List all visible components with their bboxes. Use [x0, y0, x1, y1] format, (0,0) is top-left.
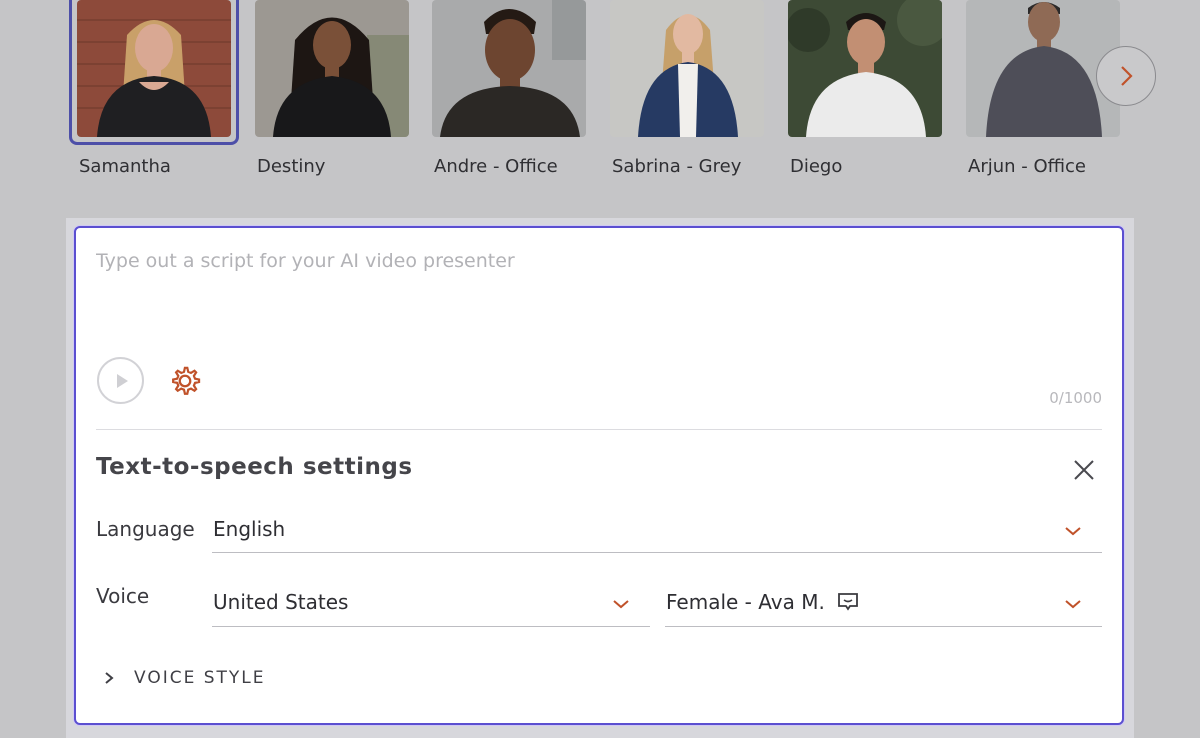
presenter-thumbnail[interactable]	[610, 0, 764, 137]
presenter-thumbnail[interactable]	[77, 0, 231, 137]
presenter-name: Arjun - Office	[968, 156, 1087, 177]
script-input[interactable]	[96, 250, 1096, 350]
close-tts-settings-button[interactable]	[1070, 456, 1098, 484]
language-label: Language	[96, 517, 195, 541]
play-button[interactable]	[97, 357, 144, 404]
voice-name-select[interactable]: Female - Ava M.	[665, 590, 1102, 627]
chevron-down-icon	[1065, 527, 1081, 536]
character-count: 0/1000	[1049, 389, 1102, 407]
presenter-name: Destiny	[257, 156, 326, 177]
presenter-name: Diego	[790, 156, 843, 177]
voice-style-toggle[interactable]: VOICE STYLE	[104, 668, 266, 688]
presenter-name: Sabrina - Grey	[612, 156, 742, 177]
voice-region-select[interactable]: United States	[212, 590, 650, 627]
presenter-name: Andre - Office	[434, 156, 558, 177]
presenter-thumbnail[interactable]	[432, 0, 586, 137]
speech-bubble-icon[interactable]	[837, 592, 859, 612]
voice-style-label: VOICE STYLE	[134, 668, 266, 688]
voice-label: Voice	[96, 584, 150, 608]
play-icon	[116, 373, 128, 388]
presenter-thumbnail[interactable]	[255, 0, 409, 137]
chevron-down-icon	[1065, 600, 1081, 609]
voice-region-value: United States	[213, 590, 349, 614]
tts-settings-title: Text-to-speech settings	[96, 454, 413, 480]
voice-name-text: Female - Ava M.	[666, 590, 825, 614]
language-select[interactable]: English	[212, 517, 1102, 553]
script-panel: 0/1000 Text-to-speech settings Language …	[74, 226, 1124, 725]
carousel-next-button[interactable]	[1096, 46, 1156, 106]
presenter-name: Samantha	[79, 156, 171, 177]
close-icon	[1074, 460, 1094, 480]
gear-icon	[172, 366, 201, 395]
tts-settings-button[interactable]	[162, 358, 208, 404]
chevron-right-icon	[1121, 66, 1133, 86]
presenter-gallery: Samantha Destiny Andre - Office Sabrina …	[0, 0, 1200, 200]
chevron-down-icon	[613, 600, 629, 609]
divider	[96, 429, 1102, 430]
language-value: English	[213, 517, 286, 541]
chevron-right-icon	[105, 672, 114, 684]
voice-name-value: Female - Ava M.	[666, 590, 859, 614]
presenter-thumbnail[interactable]	[788, 0, 942, 137]
